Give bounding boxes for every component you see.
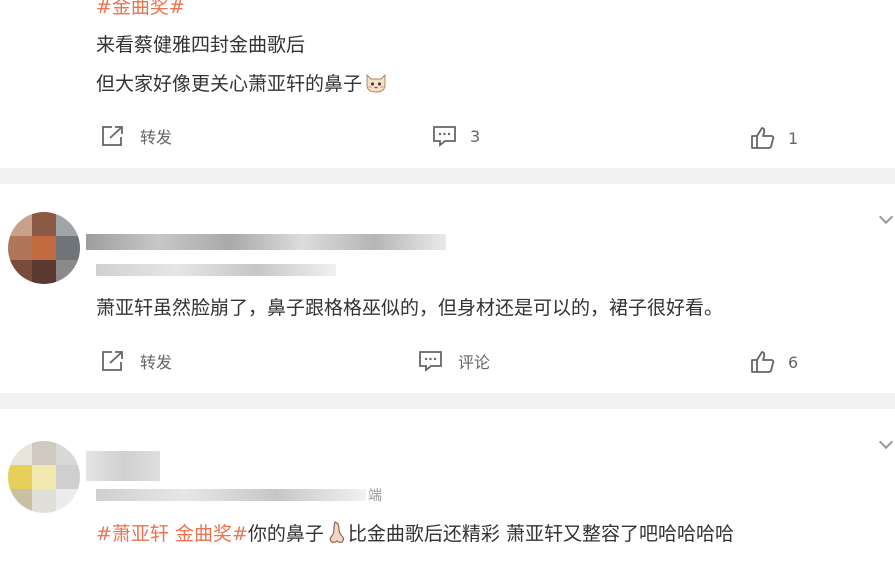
username-blurred[interactable] [86, 451, 160, 481]
post-card: #金曲奖# 来看蔡健雅四封金曲歌后 但大家好像更关心萧亚轩的鼻子 转发 3 1 [0, 0, 895, 168]
comment-label: 评论 [458, 353, 491, 372]
post-text-line: 来看蔡健雅四封金曲歌后 [96, 34, 306, 56]
comment-button[interactable]: 评论 [418, 349, 490, 373]
nose-emoji-icon [326, 520, 348, 551]
chevron-down-icon[interactable] [878, 434, 894, 450]
like-icon [750, 126, 776, 150]
source-suffix: 端 [368, 488, 382, 504]
meta-blurred [96, 264, 336, 276]
repost-button[interactable]: 转发 [100, 349, 172, 373]
repost-label: 转发 [140, 353, 173, 372]
cat-face-emoji-icon [364, 70, 388, 101]
chevron-down-icon[interactable] [878, 209, 894, 225]
post-text: 萧亚轩虽然脸崩了，鼻子跟格格巫似的，但身材还是可以的，裙子很好看。 [96, 297, 724, 319]
post-card: 端 #萧亚轩 金曲奖#你的鼻子 比金曲歌后还精彩 萧亚轩又整容了吧哈哈哈哈 [0, 409, 895, 577]
like-button[interactable]: 1 [750, 126, 798, 150]
hashtag-link[interactable]: #金曲奖# [96, 0, 185, 20]
comment-icon [432, 124, 458, 148]
post-text: 你的鼻子 [247, 523, 324, 545]
card-divider [0, 393, 895, 409]
username-blurred[interactable] [86, 234, 446, 250]
repost-icon [100, 124, 126, 148]
comment-button[interactable]: 3 [432, 124, 480, 148]
repost-icon [100, 349, 126, 373]
hashtag-link[interactable]: #萧亚轩 [96, 523, 169, 545]
repost-label: 转发 [140, 128, 173, 147]
post-card: 萧亚轩虽然脸崩了，鼻子跟格格巫似的，但身材还是可以的，裙子很好看。 转发 评论 … [0, 184, 895, 393]
like-count: 1 [788, 128, 799, 148]
comment-count: 3 [470, 126, 481, 146]
avatar[interactable] [8, 212, 80, 284]
post-text-line: 但大家好像更关心萧亚轩的鼻子 [96, 70, 388, 101]
card-divider [0, 168, 895, 184]
post-text: 但大家好像更关心萧亚轩的鼻子 [96, 73, 363, 95]
meta-blurred [96, 489, 366, 501]
post-text-line: #萧亚轩 金曲奖#你的鼻子 比金曲歌后还精彩 萧亚轩又整容了吧哈哈哈哈 [96, 520, 734, 551]
post-text: 比金曲歌后还精彩 萧亚轩又整容了吧哈哈哈哈 [347, 523, 734, 545]
repost-button[interactable]: 转发 [100, 124, 172, 148]
comment-icon [418, 349, 444, 373]
avatar[interactable] [8, 441, 80, 513]
like-icon [750, 350, 776, 374]
like-count: 6 [788, 352, 799, 372]
hashtag-link[interactable]: 金曲奖# [175, 523, 248, 545]
like-button[interactable]: 6 [750, 350, 798, 374]
